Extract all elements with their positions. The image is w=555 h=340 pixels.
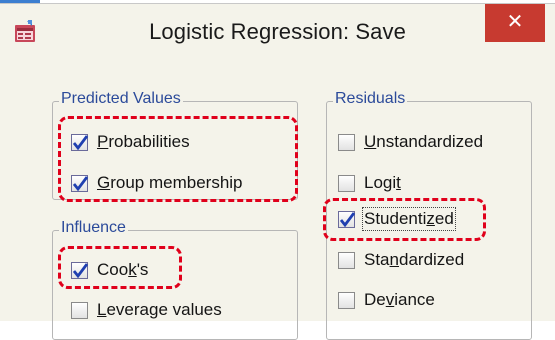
deviance-checkbox[interactable]	[338, 291, 355, 309]
probabilities-label: Probabilities	[97, 132, 190, 151]
logit-option[interactable]: Logit	[338, 173, 401, 193]
checkmark-icon	[72, 262, 89, 278]
studentized-checkbox[interactable]	[338, 210, 356, 228]
window-title: Logistic Regression: Save	[149, 19, 406, 44]
dialog-content: Predicted Values Probabilities Group mem…	[0, 62, 555, 340]
leverage-values-label: Leverage values	[97, 300, 222, 319]
predicted-values-legend: Predicted Values	[59, 90, 183, 108]
standardized-checkbox[interactable]	[338, 251, 355, 269]
group-membership-label: Group membership	[97, 173, 243, 192]
unstandardized-label: Unstandardized	[364, 132, 484, 151]
close-icon[interactable]: ✕	[485, 4, 545, 40]
deviance-option[interactable]: Deviance	[338, 290, 435, 310]
group-membership-option[interactable]: Group membership	[71, 173, 243, 193]
standardized-label: Standardized	[364, 250, 465, 269]
group-membership-checkbox[interactable]	[71, 174, 89, 192]
probabilities-checkbox[interactable]	[71, 133, 89, 151]
leverage-values-option[interactable]: Leverage values	[71, 300, 222, 320]
leverage-values-checkbox[interactable]	[71, 301, 88, 319]
cooks-option[interactable]: Cook's	[71, 260, 148, 280]
cooks-label: Cook's	[97, 260, 149, 279]
logit-checkbox[interactable]	[338, 174, 355, 192]
close-button[interactable]: ✕	[485, 4, 545, 42]
influence-legend: Influence	[59, 219, 128, 237]
title-bar: Logistic Regression: Save ✕	[0, 4, 555, 62]
dialog-window: Logistic Regression: Save ✕ Predicted Va…	[0, 3, 555, 340]
checkmark-icon	[339, 211, 356, 227]
influence-group: Influence	[52, 219, 298, 340]
residuals-legend: Residuals	[333, 90, 408, 108]
logit-label: Logit	[364, 173, 401, 192]
unstandardized-option[interactable]: Unstandardized	[338, 132, 483, 152]
checkmark-icon	[72, 175, 89, 191]
unstandardized-checkbox[interactable]	[338, 133, 355, 151]
checkmark-icon	[72, 134, 89, 150]
deviance-label: Deviance	[364, 290, 435, 309]
studentized-label: Studentized	[362, 207, 456, 231]
studentized-option[interactable]: Studentized	[338, 207, 456, 231]
standardized-option[interactable]: Standardized	[338, 250, 464, 270]
probabilities-option[interactable]: Probabilities	[71, 132, 190, 152]
cooks-checkbox[interactable]	[71, 261, 89, 279]
